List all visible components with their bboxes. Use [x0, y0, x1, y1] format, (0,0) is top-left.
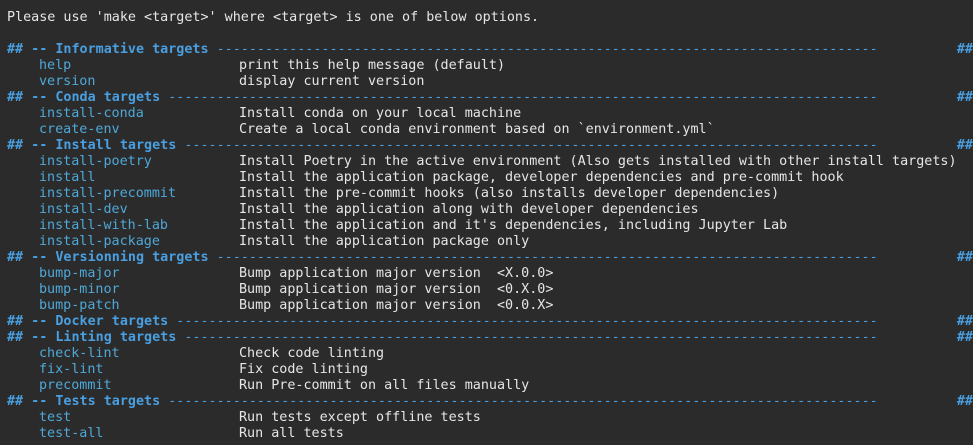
section-header: ## -- Informative targets --------------…: [7, 42, 973, 58]
make-target-name: check-lint: [39, 346, 120, 361]
make-target-description: Install the application package only: [239, 234, 530, 249]
make-target-description: Bump application major version <0.0.X>: [239, 298, 554, 313]
section-header: ## -- Versionning targets --------------…: [7, 250, 973, 266]
section-divider: ----------------------------------------…: [168, 314, 878, 329]
section-header-end: ##: [948, 42, 973, 58]
make-target-row: install-with-lab Install the application …: [7, 218, 973, 234]
make-target-name: install-with-lab: [39, 218, 168, 233]
section-title: ## -- Informative targets: [7, 42, 209, 57]
section-header-end: ##: [948, 394, 973, 410]
make-target-name: create-env: [39, 122, 120, 137]
make-target-row: test Run tests except offline tests: [7, 410, 973, 426]
make-target-row: create-env Create a local conda environme…: [7, 122, 973, 138]
make-target-name: test: [39, 410, 72, 425]
make-target-row: check-lint Check code linting: [7, 346, 973, 362]
section-header: ## -- Tests targets --------------------…: [7, 394, 973, 410]
section-header-end: ##: [948, 90, 973, 106]
make-target-description: Install the application along with devel…: [239, 202, 699, 217]
terminal-window: Please use 'make <target>' where <target…: [0, 0, 973, 445]
make-target-name: precommit: [39, 378, 112, 393]
make-target-row: precommit Run Pre-commit on all files man…: [7, 378, 973, 394]
make-target-name: bump-minor: [39, 282, 120, 297]
make-target-description: Run tests except offline tests: [239, 410, 481, 425]
make-target-name: bump-major: [39, 266, 120, 281]
make-target-description: Install the application and it's depende…: [239, 218, 788, 233]
make-target-name: install-precommit: [39, 186, 177, 201]
make-target-name: install-conda: [39, 106, 144, 121]
section-header: ## -- Linting targets ------------------…: [7, 330, 973, 346]
section-divider: ----------------------------------------…: [208, 250, 878, 265]
make-target-row: help print this help message (default): [7, 58, 973, 74]
make-target-row: fix-lint Fix code linting: [7, 362, 973, 378]
make-target-name: install-package: [39, 234, 160, 249]
make-target-name: install: [39, 170, 96, 185]
make-target-description: Install Poetry in the active environment…: [239, 154, 957, 169]
section-divider: ----------------------------------------…: [176, 138, 878, 153]
make-target-row: test-all Run all tests: [7, 426, 973, 442]
section-header-end: ##: [948, 138, 973, 154]
make-target-name: install-poetry: [39, 154, 152, 169]
section-header-end: ##: [948, 314, 973, 330]
section-title: ## -- Versionning targets: [7, 250, 209, 265]
make-target-description: Run Pre-commit on all files manually: [239, 378, 530, 393]
make-target-row: bump-minor Bump application major version…: [7, 282, 973, 298]
make-target-description: Install conda on your local machine: [239, 106, 522, 121]
make-target-name: help: [39, 58, 72, 73]
make-target-description: Run all tests: [239, 426, 344, 441]
section-title: ## -- Install targets: [7, 138, 177, 153]
section-header-end: ##: [948, 330, 973, 346]
help-intro-text: Please use 'make <target>' where <target…: [7, 10, 540, 25]
section-divider: ----------------------------------------…: [208, 42, 878, 57]
section-header-end: ##: [948, 250, 973, 266]
make-target-row: bump-patch Bump application major version…: [7, 298, 973, 314]
make-target-description: Bump application major version <0.X.0>: [239, 282, 554, 297]
make-target-description: Install the pre-commit hooks (also insta…: [239, 186, 780, 201]
make-target-row: install-package Install the application p…: [7, 234, 973, 250]
section-divider: ----------------------------------------…: [160, 90, 878, 105]
make-target-description: Bump application major version <X.0.0>: [239, 266, 554, 281]
make-target-row: install Install the application package, …: [7, 170, 973, 186]
make-target-row: install-conda Install conda on your local…: [7, 106, 973, 122]
make-target-description: Create a local conda environment based o…: [239, 122, 715, 137]
section-title: ## -- Linting targets: [7, 330, 177, 345]
make-target-name: test-all: [39, 426, 104, 441]
make-target-row: install-poetry Install Poetry in the acti…: [7, 154, 973, 170]
section-title: ## -- Conda targets: [7, 90, 161, 105]
make-target-description: display current version: [239, 74, 425, 89]
section-divider: ----------------------------------------…: [160, 394, 878, 409]
make-target-description: print this help message (default): [239, 58, 506, 73]
section-title: ## -- Docker targets: [7, 314, 169, 329]
make-target-row: version display current version: [7, 74, 973, 90]
make-target-name: bump-patch: [39, 298, 120, 313]
make-target-name: version: [39, 74, 96, 89]
make-target-name: fix-lint: [39, 362, 104, 377]
make-target-row: install-precommit Install the pre-commit …: [7, 186, 973, 202]
make-target-row: install-dev Install the application along…: [7, 202, 973, 218]
make-target-name: install-dev: [39, 202, 128, 217]
section-divider: ----------------------------------------…: [176, 330, 878, 345]
make-target-description: Install the application package, develop…: [239, 170, 844, 185]
make-target-description: Check code linting: [239, 346, 385, 361]
make-target-description: Fix code linting: [239, 362, 368, 377]
section-title: ## -- Tests targets: [7, 394, 161, 409]
section-header: ## -- Conda targets --------------------…: [7, 90, 973, 106]
make-target-row: bump-major Bump application major version…: [7, 266, 973, 282]
section-header: ## -- Install targets ------------------…: [7, 138, 973, 154]
section-header: ## -- Docker targets -------------------…: [7, 314, 973, 330]
